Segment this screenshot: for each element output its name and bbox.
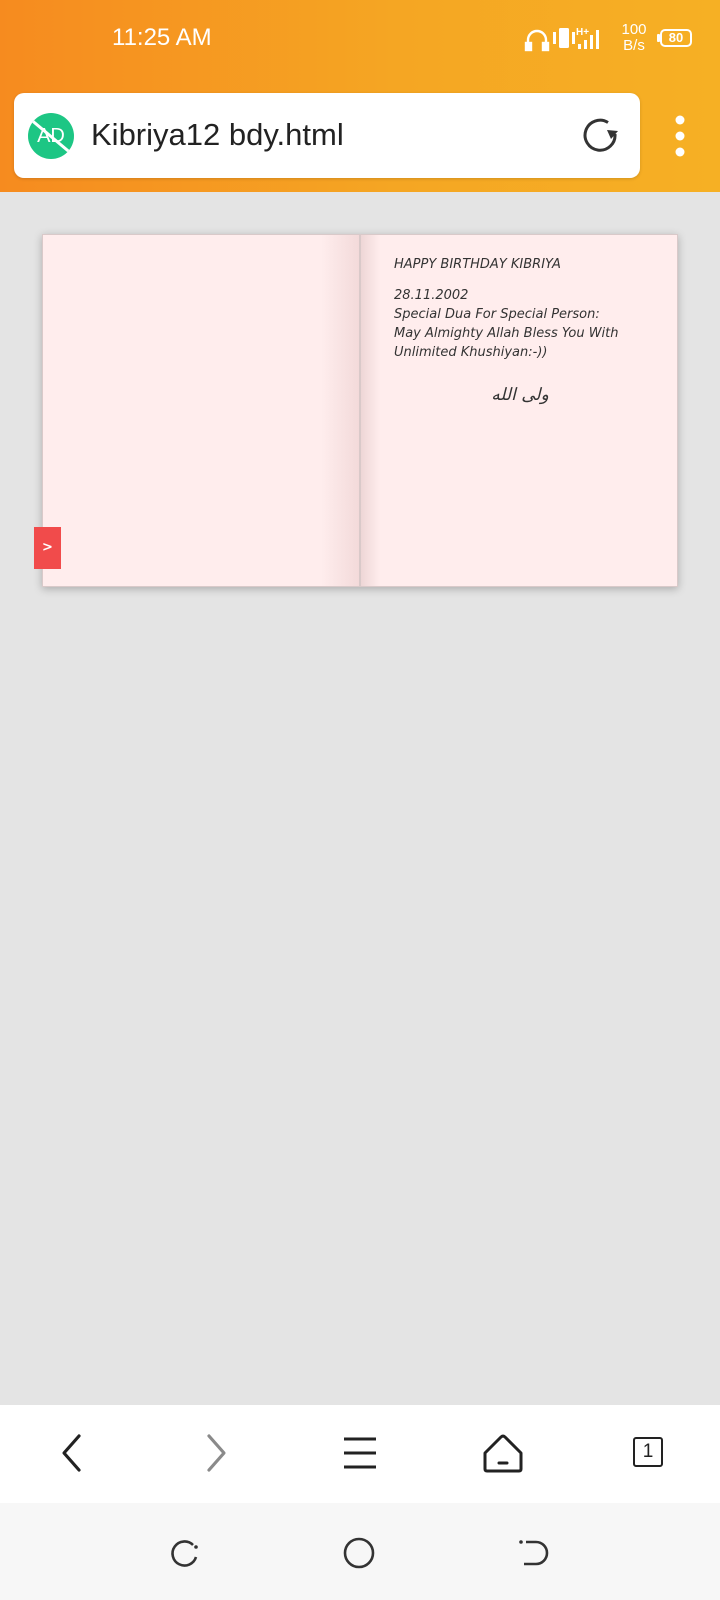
vibrate-icon [553, 28, 575, 48]
menu-icon[interactable] [330, 1423, 390, 1483]
card-line-3: Unlimited Khushiyan:-)) [394, 345, 548, 360]
speed-value: 100 [621, 21, 647, 38]
battery-icon: 80 [660, 29, 692, 47]
url-bar[interactable]: AD Kibriya12 bdy.html [14, 93, 640, 178]
card-line-1: Special Dua For Special Person: [394, 307, 600, 322]
browser-toolbar: 1 [0, 1405, 720, 1503]
headphones-icon [524, 29, 550, 52]
birthday-card: HAPPY BIRTHDAY KIBRIYA 28.11.2002 Specia… [42, 234, 678, 587]
card-right-page[interactable]: HAPPY BIRTHDAY KIBRIYA 28.11.2002 Specia… [360, 234, 678, 587]
back-icon[interactable] [42, 1423, 102, 1483]
system-back-icon[interactable] [512, 1531, 556, 1575]
card-left-page[interactable] [42, 234, 360, 587]
recents-icon[interactable] [163, 1531, 207, 1575]
card-message: HAPPY BIRTHDAY KIBRIYA 28.11.2002 Specia… [394, 255, 654, 362]
card-title: HAPPY BIRTHDAY KIBRIYA [394, 257, 561, 272]
tabs-button[interactable]: 1 [617, 1423, 677, 1483]
next-page-button[interactable]: > [34, 527, 61, 569]
speed-unit: B/s [623, 37, 645, 54]
more-vertical-icon[interactable] [664, 112, 696, 160]
reload-icon[interactable] [579, 114, 623, 158]
network-speed: 100 B/s [617, 22, 651, 54]
forward-icon[interactable] [186, 1423, 246, 1483]
card-date: 28.11.2002 [394, 288, 469, 303]
home-circle-icon[interactable] [337, 1531, 381, 1575]
system-navigation-bar [0, 1503, 720, 1600]
tabs-icon: 1 [633, 1437, 663, 1467]
page-title[interactable]: Kibriya12 bdy.html [91, 113, 344, 157]
card-signature: ولی الله [491, 385, 549, 405]
network-type: H+ [576, 27, 589, 38]
card-line-2: May Almighty Allah Bless You With [394, 326, 619, 341]
home-icon[interactable] [473, 1423, 533, 1483]
browser-header: 11:25 AM H+ 100 B/s 80 AD Kibriya12 bdy.… [0, 0, 720, 192]
adblock-icon[interactable]: AD [28, 113, 74, 159]
status-time: 11:25 AM [112, 24, 212, 51]
